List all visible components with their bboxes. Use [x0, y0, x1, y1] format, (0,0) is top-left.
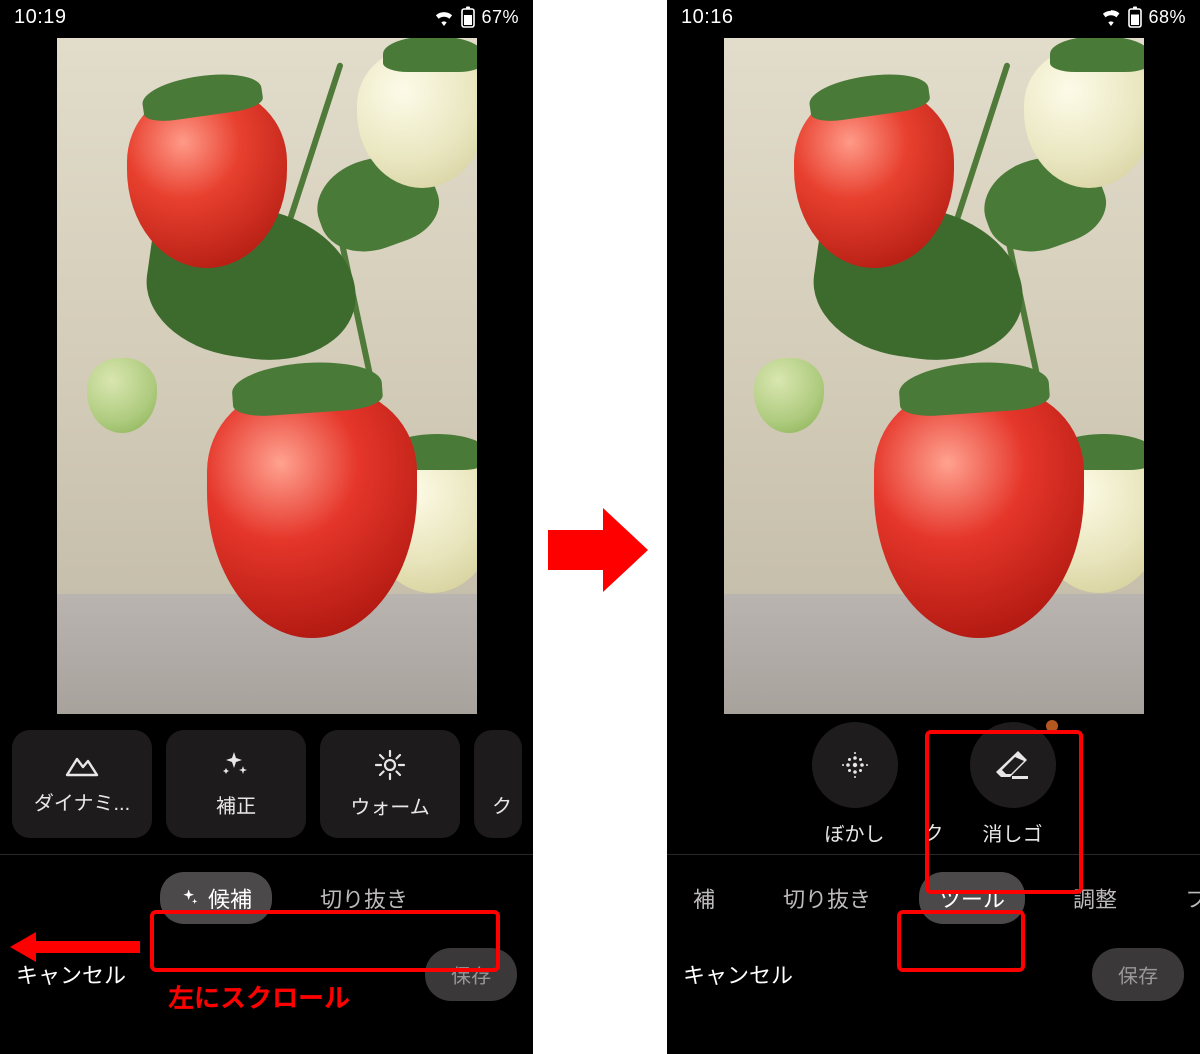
- chip-label: 補正: [216, 790, 256, 819]
- tab-label: 調整: [1073, 882, 1117, 914]
- tab-tools[interactable]: ツール: [919, 872, 1025, 924]
- chip-dynamic[interactable]: ダイナミ...: [12, 730, 152, 838]
- tools-row[interactable]: ぼかし ク 消しゴ: [667, 714, 1200, 854]
- tab-adjust[interactable]: 調整: [1053, 872, 1137, 924]
- editor-tabs[interactable]: 候補 切り抜き: [0, 855, 533, 941]
- tab-label: フィル: [1185, 882, 1200, 914]
- new-feature-dot-icon: [1046, 720, 1058, 732]
- battery-percent: 68%: [1148, 7, 1186, 28]
- tool-blur[interactable]: ぼかし: [812, 722, 898, 847]
- tab-label: 候補: [208, 882, 252, 914]
- status-time: 10:16: [681, 6, 734, 29]
- suggestion-chips[interactable]: ダイナミ... 補正 ウォーム ク: [0, 714, 533, 854]
- mountain-icon: [65, 753, 99, 777]
- battery-icon: [1128, 6, 1142, 28]
- tab-suggestions[interactable]: 候補: [160, 872, 272, 924]
- editor-tabs[interactable]: 補 切り抜き ツール 調整 フィル: [667, 855, 1200, 941]
- chip-label: ダイナミ...: [34, 787, 130, 816]
- status-icons: 67%: [433, 6, 519, 28]
- save-button[interactable]: 保存: [425, 948, 517, 1001]
- annotation-scroll-text: 左にスクロール: [168, 978, 350, 1015]
- chip-cool-partial[interactable]: ク: [474, 730, 522, 838]
- photo-image: [57, 38, 477, 714]
- chip-label: ク: [492, 790, 512, 819]
- tool-label: ぼかし: [825, 818, 885, 847]
- status-icons: 68%: [1100, 6, 1186, 28]
- save-button[interactable]: 保存: [1092, 948, 1184, 1001]
- annotation-step-arrow: [548, 500, 648, 600]
- tab-label: 補: [693, 882, 715, 914]
- bottom-bar: キャンセル 保存: [667, 941, 1200, 1019]
- tab-filters-partial[interactable]: フィル: [1165, 872, 1200, 924]
- annotation-scroll-arrow: [10, 932, 140, 962]
- chip-label: ウォーム: [350, 791, 429, 820]
- tab-label: ツール: [939, 882, 1005, 914]
- tool-magic-eraser[interactable]: 消しゴ: [970, 722, 1056, 847]
- wifi-icon: [1100, 8, 1122, 26]
- sparkle-icon: [221, 750, 251, 780]
- status-bar: 10:16 68%: [667, 0, 1200, 34]
- tab-crop[interactable]: 切り抜き: [763, 872, 891, 924]
- tab-suggestions-partial[interactable]: 補: [673, 872, 735, 924]
- sparkle-icon: [180, 888, 200, 908]
- photo-preview[interactable]: [667, 34, 1200, 714]
- tool-label: 消しゴ: [983, 818, 1043, 847]
- phone-screenshot-left: 10:19 67% ダイナミ... 補正 ウォーム: [0, 0, 533, 1054]
- cancel-button[interactable]: キャンセル: [16, 958, 126, 990]
- tab-crop[interactable]: 切り抜き: [300, 872, 428, 924]
- battery-icon: [461, 6, 475, 28]
- status-bar: 10:19 67%: [0, 0, 533, 34]
- photo-preview[interactable]: [0, 34, 533, 714]
- blur-icon: [838, 748, 872, 782]
- wifi-icon: [433, 8, 455, 26]
- tab-label: 切り抜き: [783, 882, 871, 914]
- chip-warm[interactable]: ウォーム: [320, 730, 460, 838]
- eraser-icon: [994, 748, 1032, 782]
- status-time: 10:19: [14, 6, 67, 29]
- photo-image: [724, 38, 1144, 714]
- tab-label: 切り抜き: [320, 882, 408, 914]
- chip-enhance[interactable]: 補正: [166, 730, 306, 838]
- battery-percent: 67%: [481, 7, 519, 28]
- tool-partial-label: ク: [924, 817, 944, 846]
- phone-screenshot-right: 10:16 68%: [667, 0, 1200, 1054]
- cancel-button[interactable]: キャンセル: [683, 958, 793, 990]
- sun-icon: [374, 749, 406, 781]
